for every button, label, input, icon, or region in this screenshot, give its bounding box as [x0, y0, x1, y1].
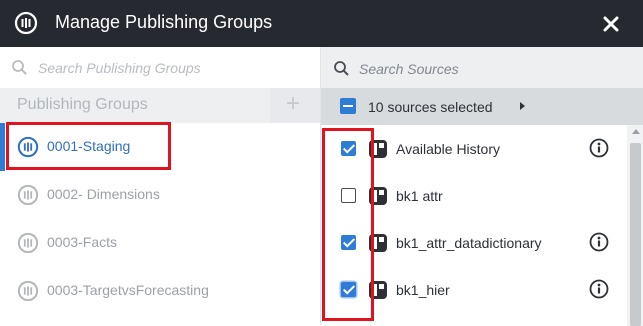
- scrollbar-thumb[interactable]: [630, 143, 641, 326]
- add-group-button[interactable]: +: [270, 88, 320, 123]
- publishing-group-icon: [17, 280, 39, 307]
- publishing-groups-pane: Publishing Groups + 0001-Staging: [0, 47, 320, 326]
- source-search-bar: [321, 47, 643, 88]
- data-source-icon: [368, 186, 388, 211]
- groups-list: 0001-Staging 0002- Dimensions 0003-Facts…: [0, 123, 320, 315]
- source-name: bk1_attr_datadictionary: [396, 235, 542, 251]
- sources-scrollbar[interactable]: [627, 125, 643, 326]
- plus-icon: +: [286, 90, 301, 117]
- group-search-bar: [0, 47, 320, 88]
- info-icon[interactable]: [589, 138, 609, 163]
- groups-header-label: Publishing Groups: [17, 96, 148, 113]
- source-row: bk1_hier: [321, 266, 627, 313]
- source-checkbox[interactable]: [341, 188, 356, 203]
- groups-header: Publishing Groups +: [0, 88, 320, 123]
- search-icon: [333, 60, 350, 82]
- info-icon[interactable]: [589, 279, 609, 304]
- data-source-icon: [368, 233, 388, 258]
- source-checkbox[interactable]: [341, 282, 356, 297]
- source-checkbox[interactable]: [341, 235, 356, 250]
- source-name: Available History: [396, 141, 501, 157]
- deselect-all-checkbox[interactable]: [340, 98, 356, 114]
- publishing-group-icon: [17, 184, 39, 211]
- publishing-group-icon: [17, 136, 39, 163]
- search-icon: [11, 59, 28, 81]
- data-source-icon: [368, 139, 388, 164]
- source-row: bk1 attr: [321, 172, 627, 219]
- group-name: 0001-Staging: [47, 138, 131, 154]
- group-search-input[interactable]: [38, 57, 308, 79]
- group-name: 0002- Dimensions: [47, 186, 160, 202]
- source-checkbox[interactable]: [341, 141, 356, 156]
- group-name: 0003-TargetvsForecasting: [47, 282, 209, 298]
- group-item-0002-dimensions[interactable]: 0002- Dimensions: [0, 171, 320, 219]
- source-name: bk1_hier: [396, 282, 450, 298]
- source-name: bk1 attr: [396, 188, 443, 204]
- group-item-0003-facts[interactable]: 0003-Facts: [0, 219, 320, 267]
- selection-header: 10 sources selected: [321, 88, 643, 125]
- dialog-titlebar: Manage Publishing Groups: [0, 0, 643, 47]
- publishing-group-icon: [17, 232, 39, 259]
- source-row: Available History: [321, 125, 627, 172]
- group-name: 0003-Facts: [47, 234, 118, 250]
- selected-indicator: [0, 123, 5, 171]
- dialog-title: Manage Publishing Groups: [55, 12, 273, 32]
- source-search-input[interactable]: [359, 58, 629, 80]
- group-item-0001-staging[interactable]: 0001-Staging: [0, 123, 320, 171]
- group-item-0003-targetvsforecasting[interactable]: 0003-TargetvsForecasting: [0, 267, 320, 315]
- selection-summary[interactable]: 10 sources selected: [368, 99, 493, 115]
- data-source-icon: [368, 280, 388, 305]
- caret-right-icon[interactable]: [520, 102, 525, 110]
- publishing-group-icon: [14, 11, 38, 40]
- scroll-up-arrow-icon[interactable]: [632, 129, 640, 134]
- close-icon[interactable]: [601, 14, 621, 34]
- source-row: bk1_attr_datadictionary: [321, 219, 627, 266]
- info-icon[interactable]: [589, 232, 609, 257]
- sources-pane: 10 sources selected Available History: [320, 47, 643, 326]
- sources-list: Available History bk1 attr bk1_attr_data…: [321, 125, 627, 313]
